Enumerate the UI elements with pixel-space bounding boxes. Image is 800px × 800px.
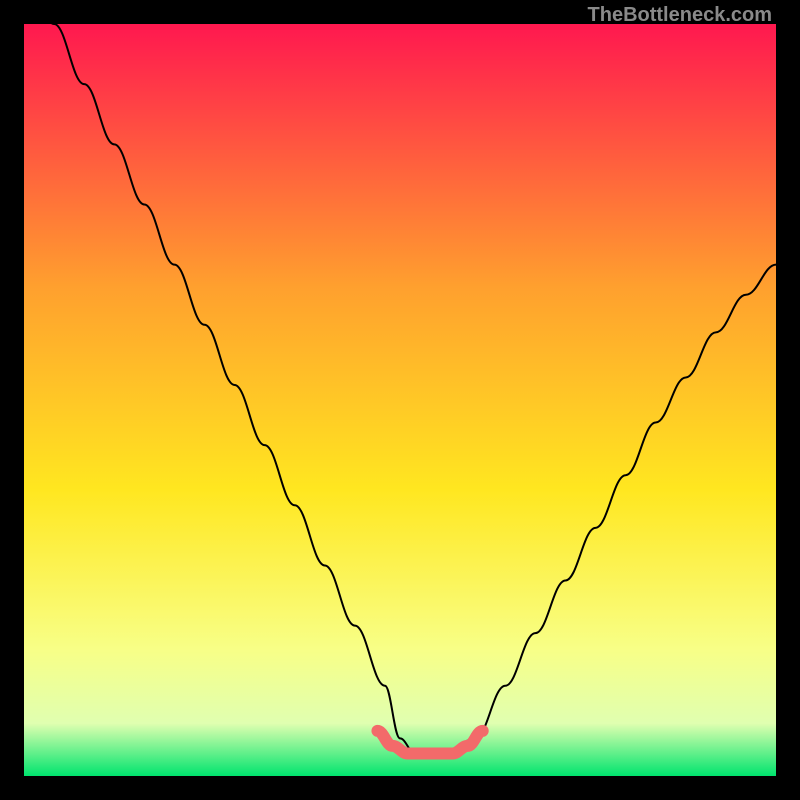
plot-area — [24, 24, 776, 776]
chart-frame: TheBottleneck.com — [0, 0, 800, 800]
plot-svg — [24, 24, 776, 776]
gradient-background — [24, 24, 776, 776]
